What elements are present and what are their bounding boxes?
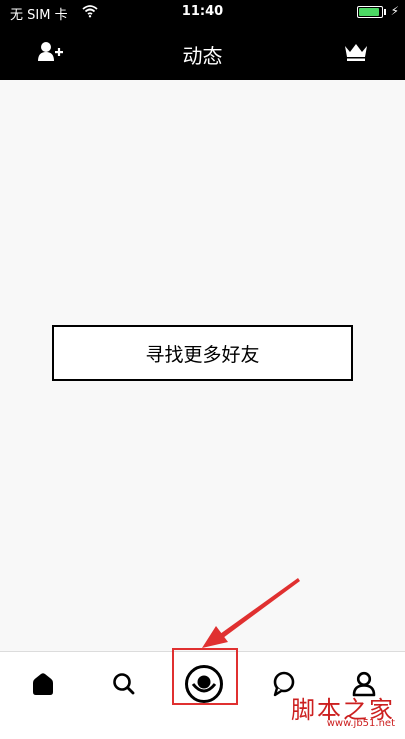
tab-search[interactable] [104,652,144,712]
battery-icon [357,6,383,18]
feed-content: 寻找更多好友 [0,80,405,651]
clock: 11:40 [181,4,224,19]
tab-home[interactable] [22,652,62,712]
find-more-friends-button[interactable]: 寻找更多好友 [52,325,353,381]
crown-icon[interactable] [344,42,368,62]
watermark-url: www.jb51.net [326,718,395,729]
nav-bar: 动态 [0,24,405,80]
home-icon [33,673,53,695]
search-icon [113,673,135,695]
battery-tip [384,9,386,15]
charging-icon: ⚡ [390,4,399,18]
status-bar: 无 SIM 卡 11:40 ⚡ [0,0,405,24]
annotation-arrow [202,578,300,648]
